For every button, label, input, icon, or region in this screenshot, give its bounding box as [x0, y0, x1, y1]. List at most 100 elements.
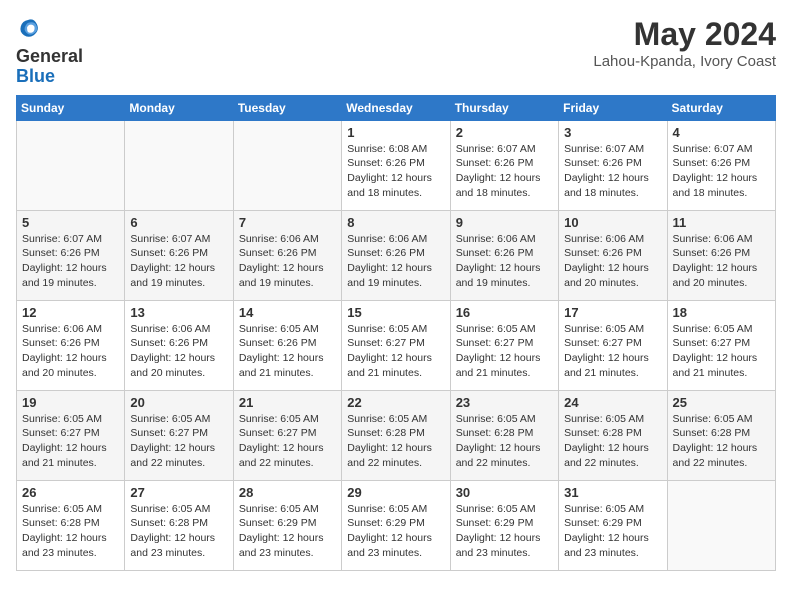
day-number: 12 — [22, 305, 119, 320]
calendar-day-cell: 28Sunrise: 6:05 AMSunset: 6:29 PMDayligh… — [233, 480, 341, 570]
day-number: 22 — [347, 395, 444, 410]
calendar-day-cell: 3 Sunrise: 6:07 AMSunset: 6:26 PMDaylight… — [559, 120, 667, 210]
day-number: 21 — [239, 395, 336, 410]
calendar-week-row: 19 Sunrise: 6:05 AMSunset: 6:27 PMDayligh… — [17, 390, 776, 480]
logo-icon — [16, 16, 40, 40]
day-info: Sunrise: 6:07 AMSunset: 6:26 PMDaylight:… — [130, 232, 227, 291]
calendar-day-cell: 31 Sunrise: 6:05 AMSunset: 6:29 PMDayligh… — [559, 480, 667, 570]
calendar-day-cell: 15Sunrise: 6:05 AMSunset: 6:27 PMDayligh… — [342, 300, 450, 390]
day-number: 15 — [347, 305, 444, 320]
day-number: 19 — [22, 395, 119, 410]
calendar-day-cell: 29 Sunrise: 6:05 AMSunset: 6:29 PMDayligh… — [342, 480, 450, 570]
logo-blue: Blue — [16, 66, 55, 86]
day-number: 2 — [456, 125, 553, 140]
calendar-week-row: 1Sunrise: 6:08 AMSunset: 6:26 PMDaylight… — [17, 120, 776, 210]
day-number: 30 — [456, 485, 553, 500]
day-info: Sunrise: 6:05 AMSunset: 6:27 PMDaylight:… — [239, 412, 336, 471]
logo-general: General — [16, 46, 83, 66]
day-number: 5 — [22, 215, 119, 230]
calendar-day-cell: 26 Sunrise: 6:05 AMSunset: 6:28 PMDayligh… — [17, 480, 125, 570]
day-info: Sunrise: 6:05 AMSunset: 6:29 PMDaylight:… — [564, 502, 661, 561]
day-number: 17 — [564, 305, 661, 320]
day-info: Sunrise: 6:05 AMSunset: 6:27 PMDaylight:… — [564, 322, 661, 381]
day-number: 11 — [673, 215, 770, 230]
calendar-week-row: 12 Sunrise: 6:06 AMSunset: 6:26 PMDayligh… — [17, 300, 776, 390]
day-number: 24 — [564, 395, 661, 410]
day-info: Sunrise: 6:07 AMSunset: 6:26 PMDaylight:… — [456, 142, 553, 201]
day-number: 23 — [456, 395, 553, 410]
weekday-header-saturday: Saturday — [667, 95, 775, 120]
logo: General Blue — [16, 16, 83, 87]
day-info: Sunrise: 6:05 AMSunset: 6:27 PMDaylight:… — [673, 322, 770, 381]
calendar-day-cell: 6 Sunrise: 6:07 AMSunset: 6:26 PMDaylight… — [125, 210, 233, 300]
calendar-day-cell: 10 Sunrise: 6:06 AMSunset: 6:26 PMDayligh… — [559, 210, 667, 300]
day-info: Sunrise: 6:07 AMSunset: 6:26 PMDaylight:… — [22, 232, 119, 291]
calendar-week-row: 26 Sunrise: 6:05 AMSunset: 6:28 PMDayligh… — [17, 480, 776, 570]
calendar-day-cell: 27 Sunrise: 6:05 AMSunset: 6:28 PMDayligh… — [125, 480, 233, 570]
calendar-day-cell: 14 Sunrise: 6:05 AMSunset: 6:26 PMDayligh… — [233, 300, 341, 390]
calendar-day-cell: 20 Sunrise: 6:05 AMSunset: 6:27 PMDayligh… — [125, 390, 233, 480]
calendar-day-cell: 11 Sunrise: 6:06 AMSunset: 6:26 PMDayligh… — [667, 210, 775, 300]
day-number: 3 — [564, 125, 661, 140]
calendar-day-cell: 23 Sunrise: 6:05 AMSunset: 6:28 PMDayligh… — [450, 390, 558, 480]
calendar-table: SundayMondayTuesdayWednesdayThursdayFrid… — [16, 95, 776, 571]
day-number: 7 — [239, 215, 336, 230]
day-info: Sunrise: 6:05 AMSunset: 6:28 PMDaylight:… — [564, 412, 661, 471]
calendar-day-cell: 7 Sunrise: 6:06 AMSunset: 6:26 PMDaylight… — [233, 210, 341, 300]
day-number: 14 — [239, 305, 336, 320]
day-info: Sunrise: 6:06 AMSunset: 6:26 PMDaylight:… — [239, 232, 336, 291]
day-number: 26 — [22, 485, 119, 500]
day-number: 16 — [456, 305, 553, 320]
weekday-header-thursday: Thursday — [450, 95, 558, 120]
day-number: 29 — [347, 485, 444, 500]
calendar-week-row: 5 Sunrise: 6:07 AMSunset: 6:26 PMDaylight… — [17, 210, 776, 300]
day-number: 25 — [673, 395, 770, 410]
weekday-header-tuesday: Tuesday — [233, 95, 341, 120]
calendar-day-cell: 5 Sunrise: 6:07 AMSunset: 6:26 PMDaylight… — [17, 210, 125, 300]
calendar-day-cell: 30Sunrise: 6:05 AMSunset: 6:29 PMDayligh… — [450, 480, 558, 570]
title-block: May 2024 Lahou-Kpanda, Ivory Coast — [593, 16, 776, 70]
day-info: Sunrise: 6:05 AMSunset: 6:28 PMDaylight:… — [673, 412, 770, 471]
day-number: 27 — [130, 485, 227, 500]
calendar-day-cell: 12 Sunrise: 6:06 AMSunset: 6:26 PMDayligh… — [17, 300, 125, 390]
calendar-empty-cell — [667, 480, 775, 570]
calendar-day-cell: 25 Sunrise: 6:05 AMSunset: 6:28 PMDayligh… — [667, 390, 775, 480]
calendar-day-cell: 1Sunrise: 6:08 AMSunset: 6:26 PMDaylight… — [342, 120, 450, 210]
calendar-day-cell: 16Sunrise: 6:05 AMSunset: 6:27 PMDayligh… — [450, 300, 558, 390]
day-info: Sunrise: 6:06 AMSunset: 6:26 PMDaylight:… — [564, 232, 661, 291]
day-info: Sunrise: 6:06 AMSunset: 6:26 PMDaylight:… — [22, 322, 119, 381]
day-info: Sunrise: 6:05 AMSunset: 6:28 PMDaylight:… — [130, 502, 227, 561]
calendar-day-cell: 8Sunrise: 6:06 AMSunset: 6:26 PMDaylight… — [342, 210, 450, 300]
day-info: Sunrise: 6:07 AMSunset: 6:26 PMDaylight:… — [564, 142, 661, 201]
day-info: Sunrise: 6:07 AMSunset: 6:26 PMDaylight:… — [673, 142, 770, 201]
day-number: 6 — [130, 215, 227, 230]
calendar-day-cell: 17 Sunrise: 6:05 AMSunset: 6:27 PMDayligh… — [559, 300, 667, 390]
day-number: 20 — [130, 395, 227, 410]
weekday-header-row: SundayMondayTuesdayWednesdayThursdayFrid… — [17, 95, 776, 120]
calendar-day-cell: 21 Sunrise: 6:05 AMSunset: 6:27 PMDayligh… — [233, 390, 341, 480]
day-info: Sunrise: 6:05 AMSunset: 6:27 PMDaylight:… — [130, 412, 227, 471]
day-info: Sunrise: 6:06 AMSunset: 6:26 PMDaylight:… — [130, 322, 227, 381]
page-header: General Blue May 2024 Lahou-Kpanda, Ivor… — [16, 16, 776, 87]
day-number: 9 — [456, 215, 553, 230]
day-number: 4 — [673, 125, 770, 140]
calendar-day-cell: 4 Sunrise: 6:07 AMSunset: 6:26 PMDaylight… — [667, 120, 775, 210]
calendar-day-cell: 9Sunrise: 6:06 AMSunset: 6:26 PMDaylight… — [450, 210, 558, 300]
day-info: Sunrise: 6:05 AMSunset: 6:28 PMDaylight:… — [347, 412, 444, 471]
day-info: Sunrise: 6:06 AMSunset: 6:26 PMDaylight:… — [673, 232, 770, 291]
calendar-day-cell: 13Sunrise: 6:06 AMSunset: 6:26 PMDayligh… — [125, 300, 233, 390]
day-info: Sunrise: 6:05 AMSunset: 6:28 PMDaylight:… — [456, 412, 553, 471]
day-info: Sunrise: 6:05 AMSunset: 6:29 PMDaylight:… — [347, 502, 444, 561]
day-number: 31 — [564, 485, 661, 500]
calendar-empty-cell — [17, 120, 125, 210]
day-number: 18 — [673, 305, 770, 320]
calendar-empty-cell — [125, 120, 233, 210]
day-info: Sunrise: 6:05 AMSunset: 6:26 PMDaylight:… — [239, 322, 336, 381]
location-subtitle: Lahou-Kpanda, Ivory Coast — [593, 53, 776, 70]
day-number: 10 — [564, 215, 661, 230]
day-info: Sunrise: 6:05 AMSunset: 6:28 PMDaylight:… — [22, 502, 119, 561]
calendar-day-cell: 18 Sunrise: 6:05 AMSunset: 6:27 PMDayligh… — [667, 300, 775, 390]
weekday-header-monday: Monday — [125, 95, 233, 120]
weekday-header-wednesday: Wednesday — [342, 95, 450, 120]
day-info: Sunrise: 6:05 AMSunset: 6:29 PMDaylight:… — [239, 502, 336, 561]
